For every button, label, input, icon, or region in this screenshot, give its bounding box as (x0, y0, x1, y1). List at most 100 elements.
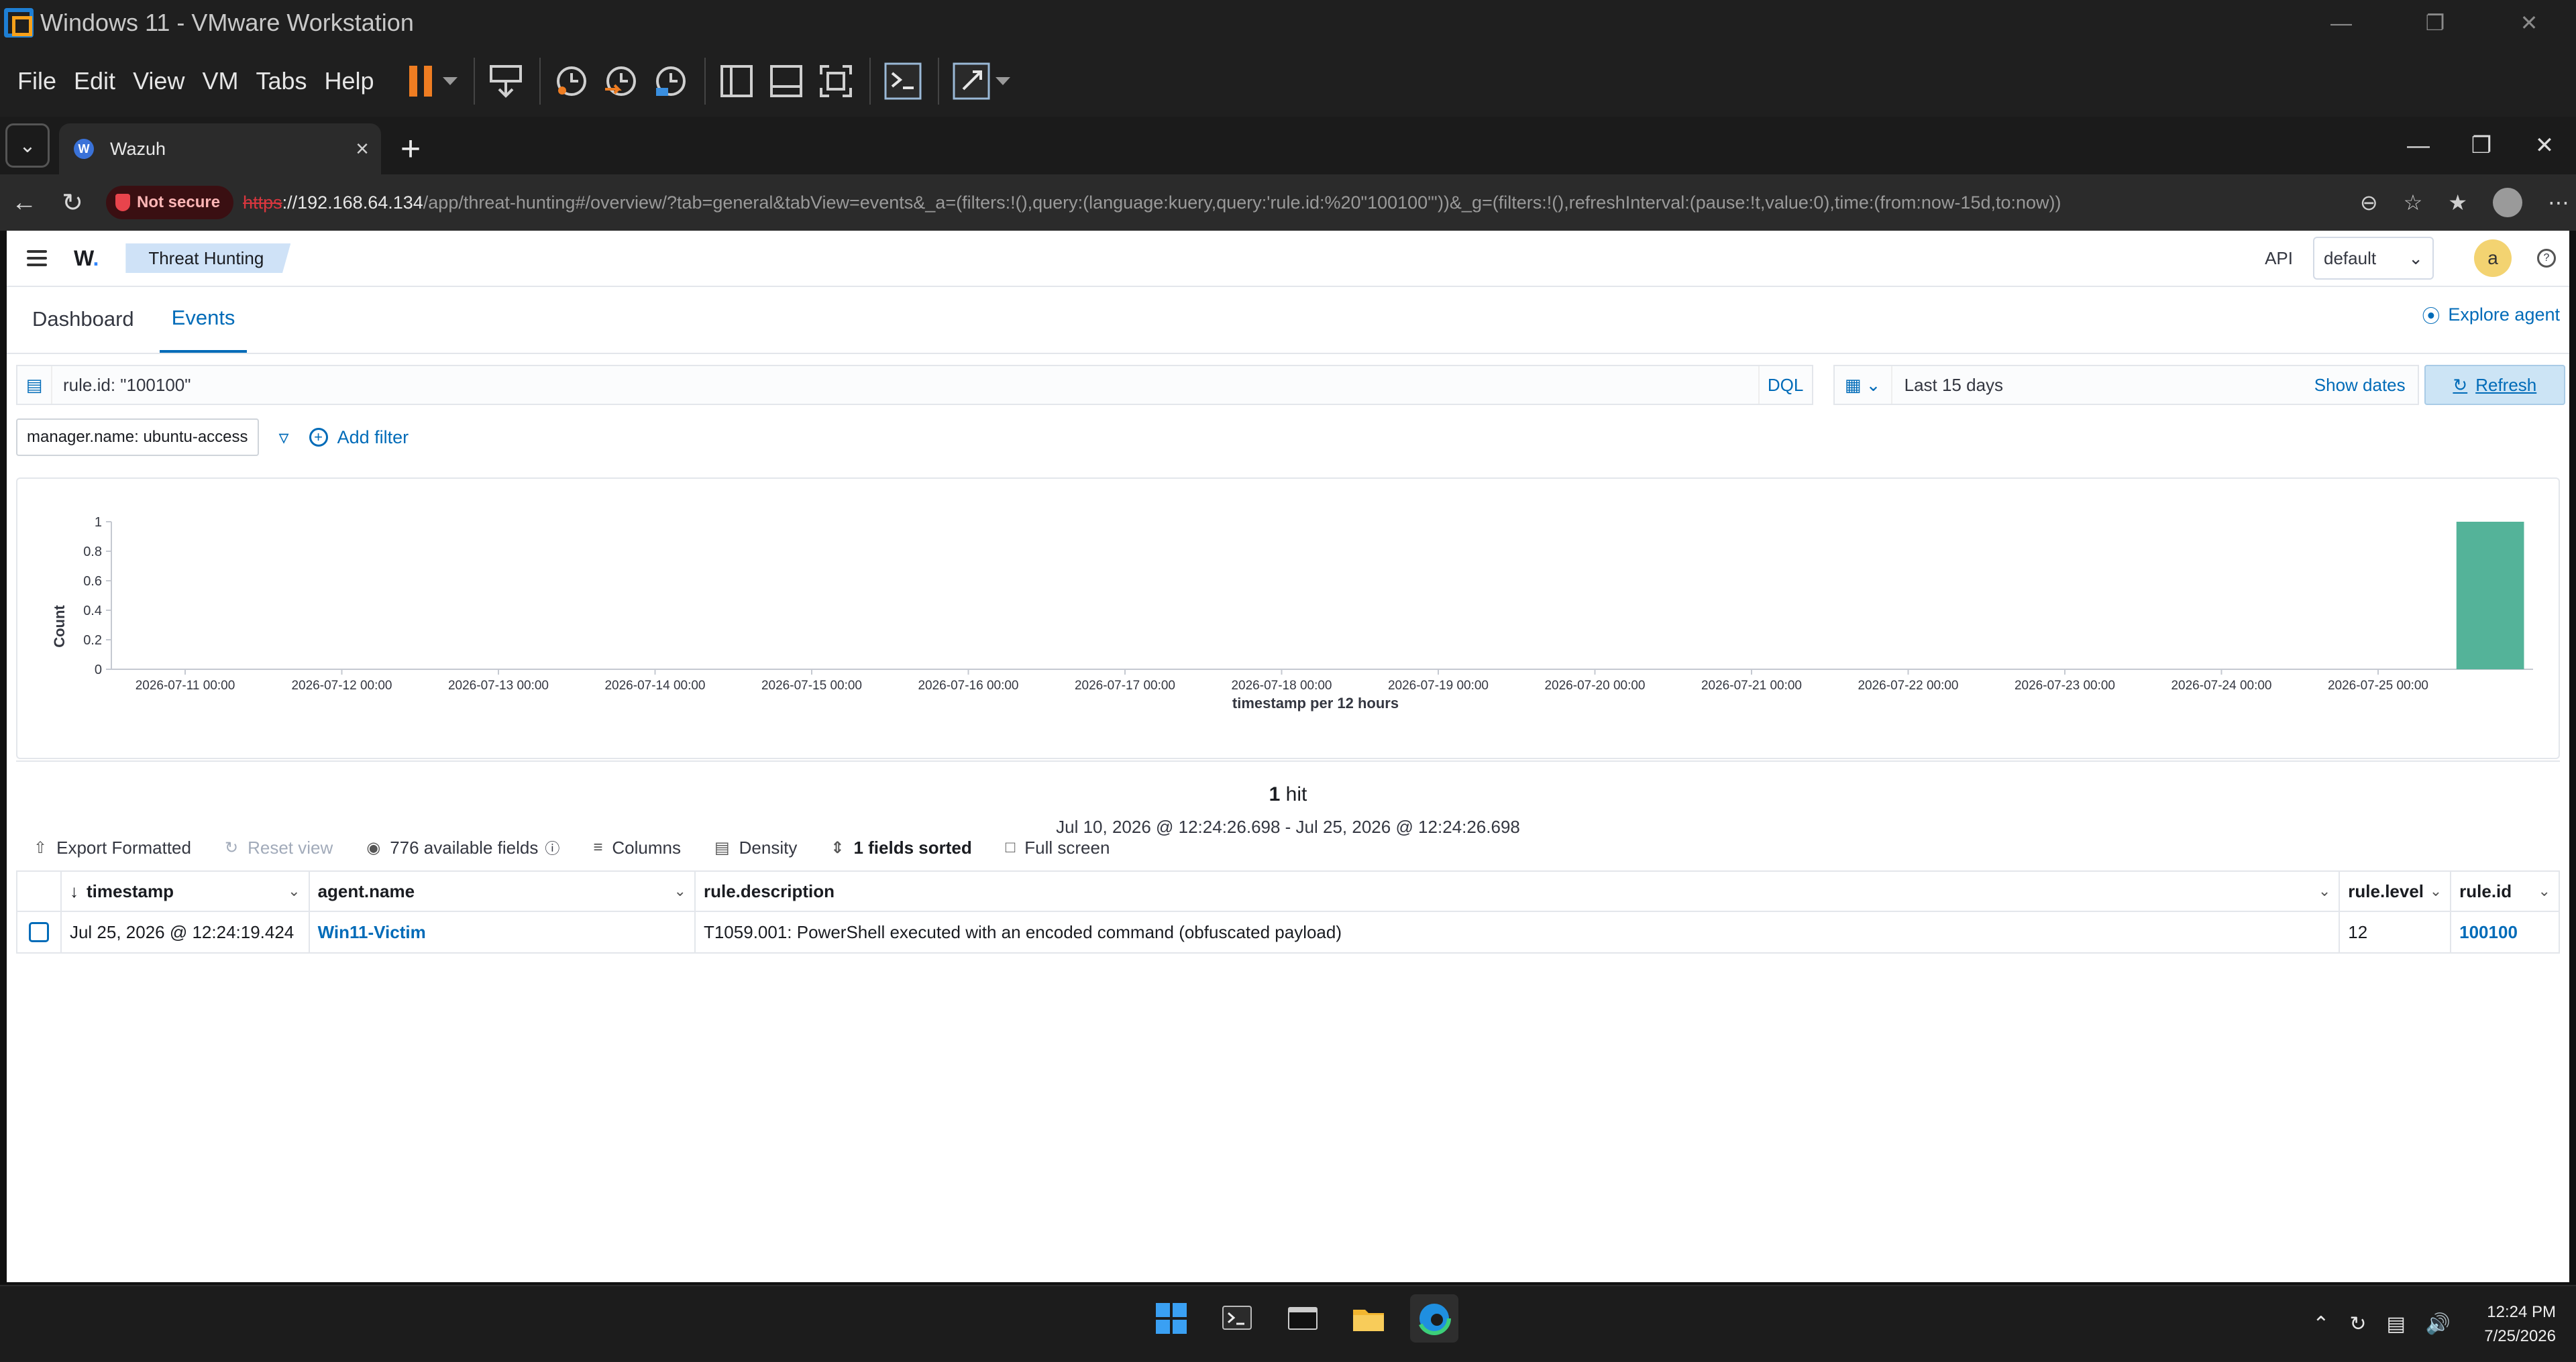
taskbar-terminal[interactable] (1213, 1294, 1261, 1343)
snapshot-manager-button[interactable] (652, 59, 690, 103)
url-field[interactable]: https://192.168.64.134/app/threat-huntin… (243, 192, 2061, 213)
cell-agent-name-link[interactable]: Win11-Victim (310, 912, 696, 952)
y-axis-label: Count (51, 605, 68, 648)
column-header-timestamp[interactable]: ↓ timestamp ⌄ (62, 871, 310, 911)
snapshot-take-button[interactable] (553, 59, 590, 103)
pause-vm-button[interactable] (408, 59, 459, 103)
favorites-icon[interactable]: ★ (2448, 190, 2467, 215)
menu-edit[interactable]: Edit (74, 67, 115, 95)
filter-pill[interactable]: manager.name: ubuntu-access (16, 418, 259, 456)
available-fields-button[interactable]: ◉ 776 available fields ⓘ (366, 837, 559, 858)
column-header-agent-name[interactable]: agent.name ⌄ (310, 871, 696, 911)
x-tick-label: 2026-07-20 00:00 (1544, 679, 1645, 693)
tab-close-icon[interactable]: × (356, 136, 369, 162)
filter-funnel-icon[interactable]: ▿ (279, 426, 289, 449)
density-button[interactable]: ▤ Density (714, 838, 797, 858)
sync-icon[interactable]: ↻ (2349, 1312, 2366, 1336)
tab-list-chevron-icon[interactable]: ⌄ (5, 123, 50, 168)
network-icon[interactable]: ▤ (2387, 1312, 2406, 1336)
tab-dashboard[interactable]: Dashboard (20, 286, 146, 353)
more-menu-icon[interactable]: ⋯ (2548, 190, 2569, 215)
show-library-button[interactable] (718, 59, 755, 103)
show-thumbnail-bar-button[interactable] (767, 59, 805, 103)
table-row: Jul 25, 2026 @ 12:24:19.424 Win11-Victim… (17, 912, 2559, 952)
x-tick-label: 2026-07-16 00:00 (918, 679, 1018, 693)
hamburger-menu-icon[interactable] (27, 250, 47, 266)
url-path: /app/threat-hunting#/overview/?tab=gener… (423, 192, 2061, 213)
search-input[interactable]: ▤ rule.id: "100100" DQL (16, 365, 1813, 405)
chevron-down-icon[interactable]: ⌄ (288, 883, 300, 900)
minimize-icon[interactable]: — (2387, 117, 2450, 174)
chevron-down-icon: ⌄ (2408, 247, 2423, 268)
x-tick-label: 2026-07-21 00:00 (1701, 679, 1802, 693)
columns-button[interactable]: ≡ Columns (593, 838, 681, 858)
user-avatar[interactable]: a (2474, 239, 2512, 277)
events-table: ↓ timestamp ⌄ agent.name ⌄ rule.description… (16, 870, 2560, 954)
reset-view-button[interactable]: ↻ Reset view (225, 838, 333, 858)
column-header-rule-level[interactable]: rule.level ⌄ (2340, 871, 2452, 911)
saved-query-icon[interactable]: ▤ (17, 366, 52, 404)
menu-file[interactable]: File (17, 67, 56, 95)
clock[interactable]: 12:24 PM 7/25/2026 (2484, 1300, 2556, 1349)
stretch-guest-button[interactable] (951, 59, 1012, 103)
cell-rule-id-link[interactable]: 100100 (2451, 912, 2559, 952)
refresh-button[interactable]: ↻ Refresh (2424, 365, 2565, 405)
add-filter-button[interactable]: + Add filter (309, 427, 409, 448)
zoom-out-icon[interactable]: ⊖ (2360, 190, 2378, 215)
reload-icon[interactable]: ↻ (48, 188, 97, 218)
x-tick-label: 2026-07-19 00:00 (1388, 679, 1489, 693)
back-arrow-icon[interactable]: ← (0, 188, 48, 217)
y-axis: 1 0.8 0.6 0.4 0.2 0 (83, 515, 112, 677)
restore-icon[interactable]: ❐ (2450, 117, 2513, 174)
reset-icon: ↻ (224, 838, 239, 857)
histogram-panel: 1 0.8 0.6 0.4 0.2 0 2026-07-11 00:00 2026-07-1… (16, 477, 2560, 759)
volume-icon[interactable]: 🔊 (2426, 1312, 2451, 1336)
full-screen-button[interactable] (817, 59, 855, 103)
chevron-down-icon[interactable]: ⌄ (2318, 883, 2330, 900)
tab-events[interactable]: Events (159, 286, 248, 353)
snapshot-revert-button[interactable] (602, 59, 640, 103)
chevron-down-icon[interactable]: ⌄ (2430, 883, 2442, 900)
column-header-rule-description[interactable]: rule.description ⌄ (696, 871, 2341, 911)
favorite-star-icon[interactable]: ☆ (2404, 190, 2423, 215)
console-view-button[interactable] (883, 59, 923, 103)
menu-tabs[interactable]: Tabs (256, 67, 307, 95)
close-icon[interactable]: ✕ (2482, 0, 2576, 46)
api-select[interactable]: default ⌄ (2313, 237, 2434, 280)
taskbar-vmware[interactable] (1279, 1294, 1327, 1343)
dropdown-icon (442, 77, 458, 85)
inspect-document-icon[interactable] (28, 922, 49, 942)
export-formatted-button[interactable]: ⇧ Export Formatted (34, 838, 191, 858)
chevron-down-icon[interactable]: ⌄ (2538, 883, 2551, 900)
column-header-rule-id[interactable]: rule.id ⌄ (2451, 871, 2559, 911)
send-ctrl-alt-del-button[interactable] (487, 59, 525, 103)
breadcrumb-threat-hunting[interactable]: Threat Hunting (125, 243, 291, 273)
clock-date: 7/25/2026 (2484, 1326, 2556, 1345)
menu-view[interactable]: View (133, 67, 184, 95)
close-icon[interactable]: ✕ (2513, 117, 2576, 174)
restore-icon[interactable]: ❐ (2388, 0, 2482, 46)
start-button[interactable] (1147, 1294, 1195, 1343)
minimize-icon[interactable]: — (2294, 0, 2388, 46)
histogram-bar[interactable] (2456, 522, 2524, 669)
chevron-up-icon[interactable]: ⌃ (2312, 1312, 2329, 1336)
show-dates-button[interactable]: Show dates (2314, 375, 2406, 396)
calendar-icon[interactable]: ▦ ⌄ (1835, 366, 1892, 404)
date-range-label[interactable]: Last 15 days (1904, 375, 2003, 396)
broadcast-icon: ⦿ (2422, 306, 2440, 327)
full-screen-button[interactable]: □ Full screen (1006, 838, 1110, 858)
menu-vm[interactable]: VM (202, 67, 238, 95)
taskbar-file-explorer[interactable] (1344, 1294, 1393, 1343)
sort-fields-button[interactable]: ⇕ 1 fields sorted (830, 838, 971, 858)
wazuh-logo[interactable]: W. (74, 246, 99, 271)
taskbar-edge[interactable] (1410, 1294, 1458, 1343)
browser-tab-wazuh[interactable]: W Wazuh × (59, 123, 381, 174)
menu-help[interactable]: Help (325, 67, 374, 95)
chevron-down-icon[interactable]: ⌄ (674, 883, 686, 900)
help-icon[interactable]: ? (2537, 249, 2556, 268)
profile-avatar-icon[interactable] (2493, 188, 2522, 217)
query-language-button[interactable]: DQL (1758, 366, 1812, 404)
explore-agent-button[interactable]: ⦿ Explore agent (2422, 302, 2560, 328)
not-secure-badge[interactable]: Not secure (106, 186, 234, 219)
new-tab-plus-icon[interactable]: + (390, 129, 431, 169)
